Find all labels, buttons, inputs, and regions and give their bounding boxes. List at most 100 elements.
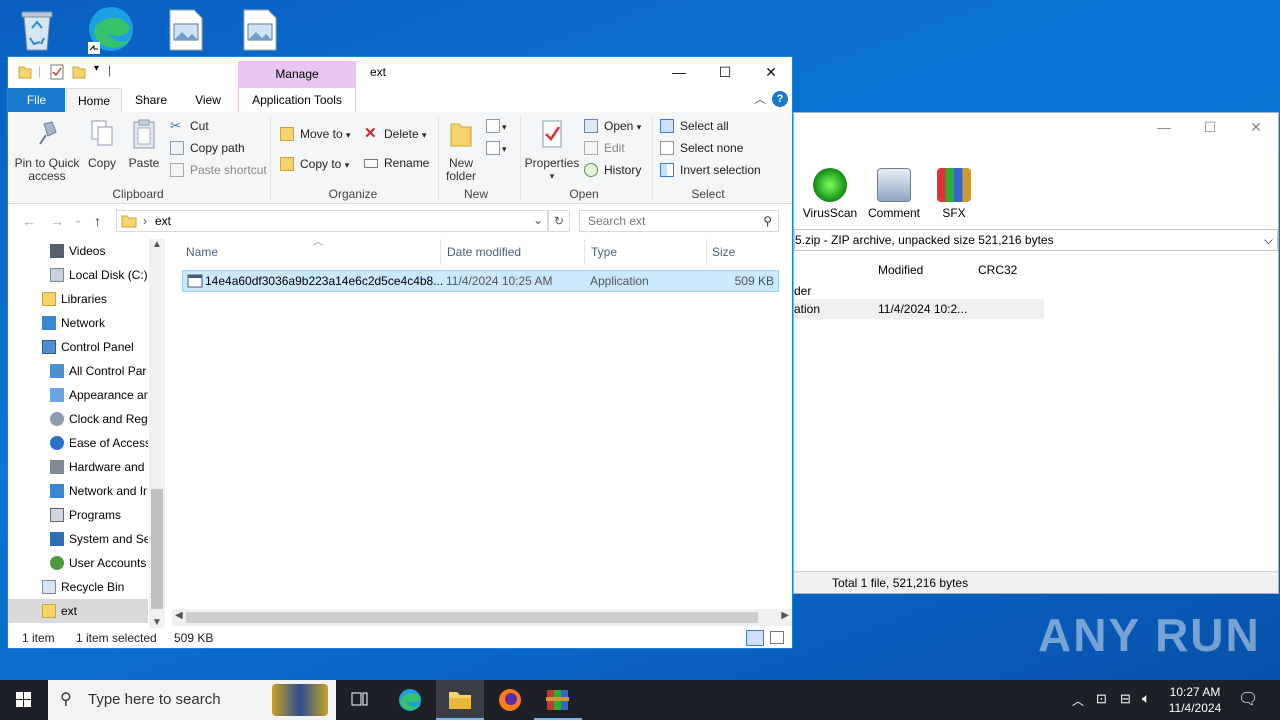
winrar-taskbar-button[interactable] [534,680,582,720]
close-icon[interactable]: ✕ [748,57,794,88]
nav-item-local-disk[interactable]: Local Disk (C:) [8,263,148,287]
chevron-down-icon[interactable]: ⌄ [533,213,543,227]
image-file-icon[interactable] [240,8,288,56]
nav-item-system-security[interactable]: System and Se [8,527,148,551]
column-divider[interactable] [584,239,585,265]
taskbar-search[interactable]: ⚲ Type here to search [48,680,336,720]
column-name[interactable]: Name [186,239,436,265]
maximize-icon[interactable]: ☐ [702,57,748,88]
properties-icon[interactable] [50,64,64,82]
comment-button[interactable]: Comment [864,168,924,220]
edit-button[interactable]: Edit [584,138,625,158]
nav-item-recycle-bin[interactable]: Recycle Bin [8,575,148,599]
notification-icon[interactable]: 🗨︎ [1238,689,1258,709]
select-none-button[interactable]: Select none [660,138,743,158]
maximize-icon[interactable]: ☐ [1200,119,1220,135]
scrollbar-thumb[interactable] [151,489,163,609]
forward-arrow-icon[interactable]: → [50,213,64,229]
nav-item-hardware[interactable]: Hardware and [8,455,148,479]
file-explorer-taskbar-button[interactable] [436,680,484,720]
nav-item-network[interactable]: Network [8,311,148,335]
select-all-button[interactable]: Select all [660,116,729,136]
refresh-icon[interactable]: ↻ [548,210,570,232]
image-file-icon[interactable] [166,8,214,56]
collapse-ribbon-icon[interactable]: ︿ [754,90,766,107]
nav-item-programs[interactable]: Programs [8,503,148,527]
nav-item-all-control-panel[interactable]: All Control Par [8,359,148,383]
column-type[interactable]: Type [591,239,701,265]
table-row[interactable]: 14e4a60df3036a9b223a14e6c2d5ce4c4b8... 1… [182,270,779,292]
nav-item-clock-region[interactable]: Clock and Regi [8,407,148,431]
recent-chevron-icon[interactable]: ⌄ [74,215,82,226]
tab-file[interactable]: File [8,88,65,112]
nav-item-network-internet[interactable]: Network and Ir [8,479,148,503]
nav-item-ease-of-access[interactable]: Ease of Access [8,431,148,455]
new-folder-icon[interactable] [72,64,86,82]
nav-item-appearance[interactable]: Appearance an [8,383,148,407]
back-arrow-icon[interactable]: ← [22,213,36,229]
tab-home[interactable]: Home [66,88,122,112]
start-button[interactable] [0,680,48,720]
details-view-icon[interactable] [746,630,764,646]
edge-taskbar-button[interactable] [386,680,434,720]
breadcrumb-chevron-icon[interactable]: › [143,214,147,228]
scroll-down-icon[interactable]: ▼ [152,617,162,628]
edge-icon[interactable] [86,4,134,54]
chevron-down-icon[interactable]: ⌵ [1264,230,1273,250]
meet-now-icon[interactable]: ⊡ [1096,691,1107,707]
minimize-icon[interactable]: — [1154,119,1174,135]
chevron-down-icon[interactable]: ▾ [94,63,99,81]
column-date-modified[interactable]: Date modified [447,239,577,265]
search-input[interactable]: Search ext ⚲ [579,210,779,232]
open-button[interactable]: Open ▾ [584,116,641,136]
file-list-hscrollbar[interactable]: ◀ ▶ [172,609,792,626]
volume-icon[interactable]: 🔈︎ [1142,690,1150,707]
copy-to-button[interactable]: Copy to ▾ [280,154,349,174]
nav-item-ext[interactable]: ext [8,599,148,623]
paste-shortcut-button[interactable]: Paste shortcut [170,160,267,180]
manage-tab[interactable]: Manage [238,61,356,88]
cut-button[interactable]: ✂ Cut [170,116,209,136]
new-item-button[interactable]: ▾ [486,116,507,136]
column-divider[interactable] [440,239,441,265]
easy-access-button[interactable]: ▾ [486,138,507,158]
paste-button[interactable]: Paste [124,118,164,170]
tab-view[interactable]: View [184,88,232,112]
properties-button[interactable]: Properties ▾ [524,118,580,183]
up-arrow-icon[interactable]: ↑ [94,213,101,229]
nav-item-control-panel[interactable]: Control Panel [8,335,148,359]
history-button[interactable]: History [584,160,641,180]
invert-selection-button[interactable]: Invert selection [660,160,761,180]
tab-share[interactable]: Share [128,88,174,112]
column-size[interactable]: Size [712,239,772,265]
network-tray-icon[interactable]: ⊟ [1120,691,1131,707]
col-crc32[interactable]: CRC32 [978,263,1017,277]
list-item[interactable]: ation 11/4/2024 10:2... [794,299,1044,319]
delete-button[interactable]: ✕ Delete ▾ [364,124,427,144]
scroll-up-icon[interactable]: ▲ [152,239,162,250]
tab-application-tools[interactable]: Application Tools [238,88,356,112]
pin-to-quick-access-button[interactable]: Pin to Quick access [14,118,80,183]
scroll-right-icon[interactable]: ▶ [781,610,789,621]
tray-expand-icon[interactable]: ︿ [1072,692,1084,709]
move-to-button[interactable]: Move to ▾ [280,124,351,144]
nav-item-videos[interactable]: Videos [8,239,148,263]
nav-item-user-accounts[interactable]: User Accounts [8,551,148,575]
nav-item-libraries[interactable]: Libraries [8,287,148,311]
firefox-taskbar-button[interactable] [486,680,534,720]
new-folder-button[interactable]: New folder [442,118,480,183]
list-item[interactable]: der [794,281,1044,301]
clock[interactable]: 10:27 AM 11/4/2024 [1166,684,1224,716]
sfx-button[interactable]: SFX [924,168,984,220]
scroll-left-icon[interactable]: ◀ [175,610,183,621]
close-icon[interactable]: ✕ [1246,119,1266,135]
winrar-path[interactable]: 5.zip - ZIP archive, unpacked size 521,2… [794,229,1278,251]
virusscan-button[interactable]: VirusScan [800,168,860,220]
minimize-icon[interactable]: — [656,57,702,88]
rename-button[interactable]: Rename [364,153,429,173]
search-icon[interactable]: ⚲ [763,211,772,231]
recycle-bin-icon[interactable] [14,6,62,54]
task-view-button[interactable] [336,680,384,720]
col-modified[interactable]: Modified [878,263,923,277]
help-icon[interactable]: ? [772,91,788,107]
